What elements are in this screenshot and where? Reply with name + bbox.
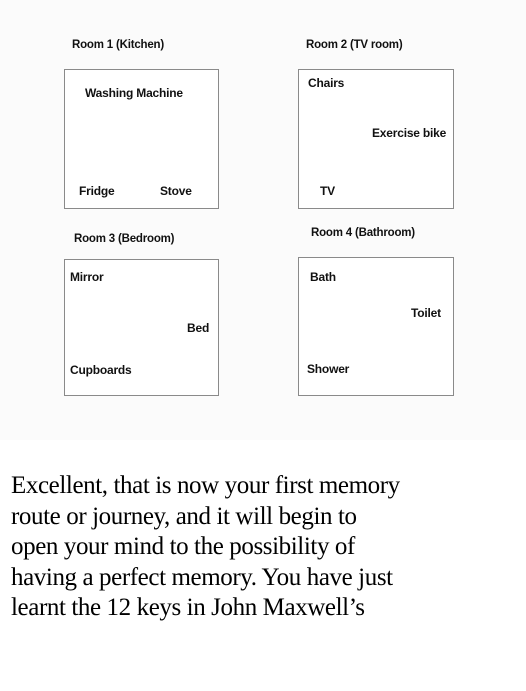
body-line-3: open your mind to the possibility of bbox=[11, 533, 355, 560]
room-3-box: Mirror Bed Cupboards bbox=[64, 259, 219, 396]
room-3-item-cupboards: Cupboards bbox=[70, 363, 132, 377]
room-4-box: Bath Toilet Shower bbox=[298, 257, 454, 396]
room-2-box: Chairs Exercise bike TV bbox=[298, 69, 454, 209]
body-line-1: Excellent, that is now your first memory bbox=[11, 472, 400, 499]
room-4-item-bath: Bath bbox=[310, 270, 336, 284]
room-1-item-fridge: Fridge bbox=[79, 184, 115, 198]
room-2-title: Room 2 (TV room) bbox=[306, 39, 403, 51]
room-2-item-exercise-bike: Exercise bike bbox=[372, 126, 447, 140]
room-2-item-chairs: Chairs bbox=[308, 76, 345, 90]
room-1-box: Washing Machine Fridge Stove bbox=[64, 69, 219, 209]
room-4-title: Room 4 (Bathroom) bbox=[311, 227, 415, 239]
body-paragraph: Excellent, that is now your first memory… bbox=[11, 471, 516, 624]
body-line-4: having a perfect memory. You have just bbox=[11, 563, 393, 591]
room-4-item-toilet: Toilet bbox=[411, 306, 441, 320]
room-1-item-washing-machine: Washing Machine bbox=[85, 86, 183, 100]
room-4-item-shower: Shower bbox=[307, 362, 350, 376]
room-diagram: Room 1 (Kitchen) Washing Machine Fridge … bbox=[0, 0, 526, 440]
room-1-title: Room 1 (Kitchen) bbox=[72, 39, 164, 51]
room-1-item-stove: Stove bbox=[160, 184, 192, 198]
room-3-item-bed: Bed bbox=[187, 321, 210, 335]
room-2-item-tv: TV bbox=[320, 184, 335, 198]
body-line-5: learnt the 12 keys in John Maxwell’s bbox=[11, 594, 365, 621]
room-3-title: Room 3 (Bedroom) bbox=[74, 233, 175, 245]
body-line-2: route or journey, and it will begin to bbox=[11, 502, 357, 530]
room-3-item-mirror: Mirror bbox=[70, 270, 104, 284]
